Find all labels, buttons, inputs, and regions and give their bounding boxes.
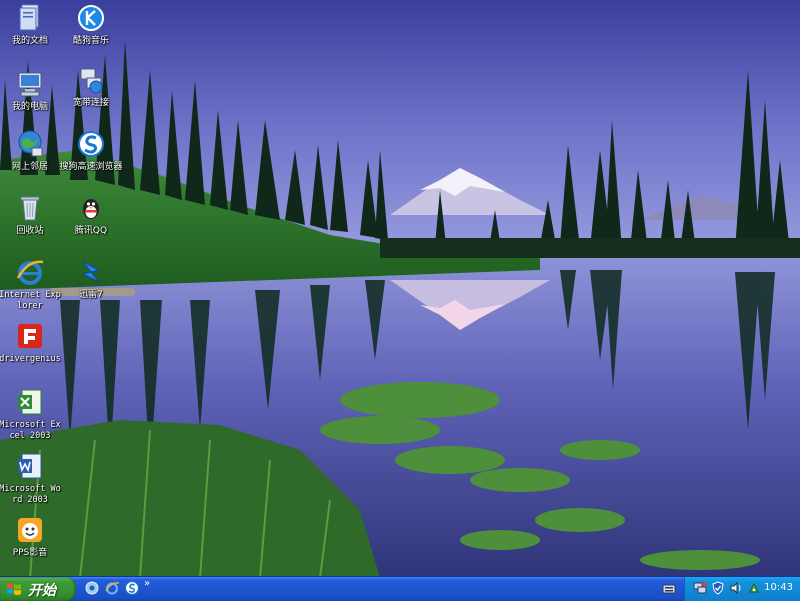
desktop-icon-label: 网上邻居	[11, 162, 48, 172]
network-tray-icon[interactable]	[693, 581, 707, 595]
desktop-icon-label: 酷狗音乐	[72, 36, 109, 46]
pps-player-icon	[18, 518, 42, 542]
quick-launch-more-button[interactable]: »	[144, 578, 150, 589]
show-desktop-icon[interactable]	[84, 580, 100, 596]
desktop-icon-broadband[interactable]: 宽带连接	[59, 64, 123, 109]
desktop-icon-label: 腾讯QQ	[74, 226, 108, 236]
desktop-icon-thunder[interactable]: 迅雷7	[59, 256, 123, 301]
desktop-icon-pps[interactable]: PPS影音	[0, 514, 62, 559]
desktop-icon-label: Microsoft Word 2003	[0, 484, 61, 505]
ie-quicklaunch-icon[interactable]	[104, 580, 120, 596]
network-places-icon	[18, 130, 43, 157]
keyboard-language-icon[interactable]	[660, 580, 678, 598]
my-computer-icon	[18, 72, 42, 97]
qq-penguin-icon	[83, 199, 99, 219]
desktop-icon-sogou-browser[interactable]: 搜狗高速浏览器	[59, 128, 123, 173]
sogou-browser-icon	[78, 131, 104, 157]
desktop-icon-label: 搜狗高速浏览器	[59, 162, 123, 172]
desktop-icon-label: 宽带连接	[72, 98, 109, 108]
start-label: 开始	[28, 583, 56, 599]
desktop-icon-qq[interactable]: 腾讯QQ	[59, 192, 123, 237]
desktop-icon-label: Internet Explorer	[0, 290, 61, 311]
desktop-icon-internet-explorer[interactable]: Internet Explorer	[0, 256, 62, 312]
broadband-connection-icon	[80, 68, 103, 94]
sogou-quicklaunch-icon[interactable]	[124, 580, 140, 596]
desktop-icon-network-places[interactable]: 网上邻居	[0, 128, 62, 173]
desktop-icon-drivergenius[interactable]: drivergenius	[0, 320, 62, 365]
desktop-icon-my-documents[interactable]: 我的文档	[0, 2, 62, 47]
desktop-icon-label: 我的文档	[11, 36, 48, 46]
desktop-icon-kugou[interactable]: 酷狗音乐	[59, 2, 123, 47]
thunder-icon	[81, 261, 101, 283]
windows-flag-icon	[7, 583, 21, 595]
volume-icon[interactable]	[729, 581, 743, 595]
desktop-icon-label: PPS影音	[12, 548, 48, 558]
word-icon	[18, 453, 42, 479]
desktop-icon-recycle-bin[interactable]: 回收站	[0, 192, 62, 237]
recycle-bin-icon	[20, 196, 40, 221]
desktop-icon-label: 回收站	[16, 226, 44, 236]
desktop: 我的文档 我的电脑 网上邻居 回收站 Internet Explorer dri…	[0, 0, 800, 578]
desktop-icon-label: 迅雷7	[79, 290, 103, 300]
kugou-music-icon	[78, 5, 104, 31]
clock[interactable]: 10:43	[764, 582, 793, 593]
desktop-icon-label: Microsoft Excel 2003	[0, 420, 61, 441]
desktop-icon-label: 我的电脑	[11, 102, 48, 112]
internet-explorer-icon	[16, 260, 44, 285]
desktop-icon-label: drivergenius	[0, 354, 61, 364]
sound-icon[interactable]	[747, 581, 761, 595]
taskbar: 开始 » 10:43	[0, 576, 800, 601]
security-shield-icon[interactable]	[711, 581, 725, 595]
drivergenius-icon	[18, 324, 42, 348]
start-button[interactable]: 开始	[0, 577, 76, 601]
my-documents-icon	[19, 4, 39, 31]
desktop-icon-excel[interactable]: Microsoft Excel 2003	[0, 386, 62, 442]
system-tray: 10:43	[684, 577, 800, 601]
excel-icon	[18, 389, 42, 415]
desktop-icon-word[interactable]: Microsoft Word 2003	[0, 450, 62, 506]
desktop-icon-my-computer[interactable]: 我的电脑	[0, 68, 62, 113]
